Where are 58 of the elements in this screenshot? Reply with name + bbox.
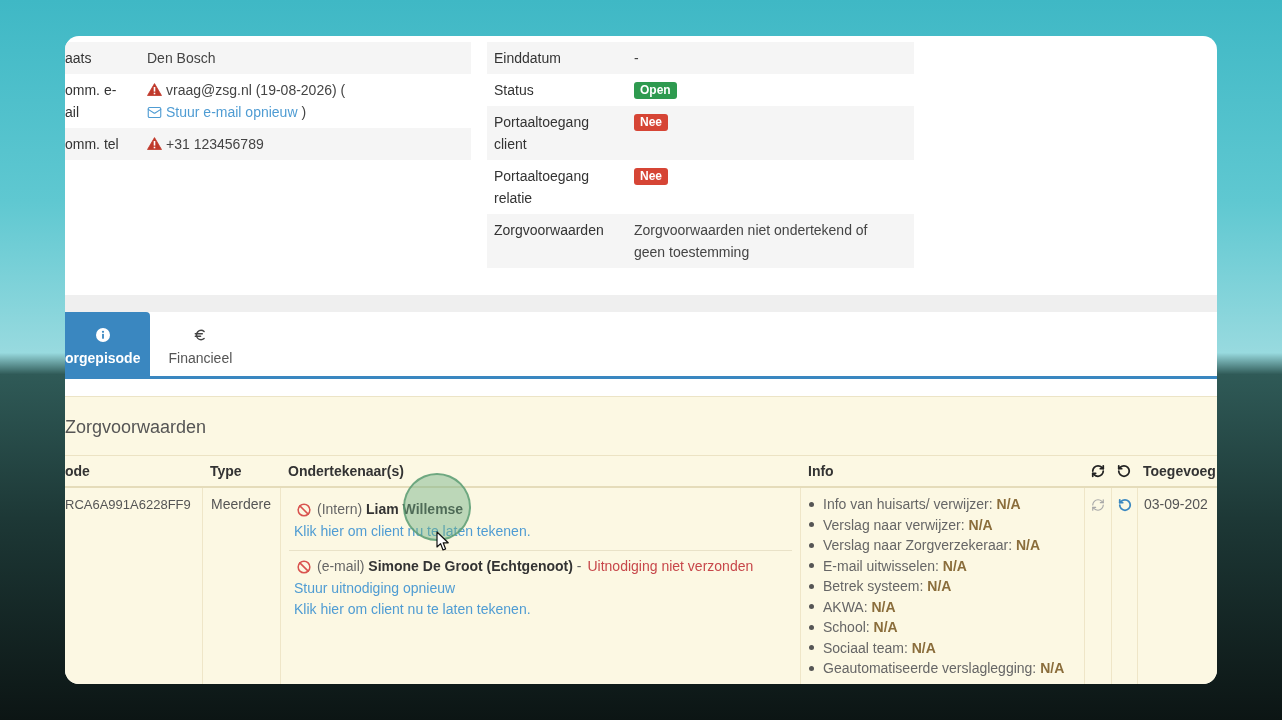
signer-name: (Intern) Liam Willemse [317, 500, 464, 519]
column-header: Ondertekenaar(s) [280, 455, 800, 488]
signer-name: (e-mail) Simone De Groot (Echtgenoot) - [317, 557, 582, 576]
detail-value: Den Bosch [147, 50, 216, 66]
refresh-icon[interactable] [1091, 497, 1105, 512]
info-item: Geautomatiseerde verslaglegging: N/A [823, 659, 1065, 678]
info-item: Betrek systeem: N/A [823, 577, 952, 596]
detail-label: Status [493, 81, 535, 100]
detail-label: omm. tel [65, 135, 120, 154]
info-item: Verslag naar verwijzer: N/A [823, 515, 993, 535]
column-header: Type [202, 455, 280, 488]
history-icon[interactable] [1117, 497, 1132, 512]
bullet-icon [809, 542, 814, 548]
bullet-icon [809, 522, 814, 528]
table-cell-text: 03-09-202 [1144, 495, 1208, 514]
envelope-icon [147, 105, 162, 120]
bullet-icon [809, 645, 814, 651]
detail-label: Portaaltoegang relatie [493, 167, 590, 208]
column-header: Toegevoeg [1137, 455, 1217, 488]
email-value: vraag@zsg.nl (19-08-2026) ( Stuur e-mail opnieuw ) [147, 82, 346, 120]
info-icon [95, 328, 110, 342]
detail-label: Portaaltoegang client [493, 113, 590, 154]
resend-email-link[interactable]: Stuur e-mail opnieuw [147, 104, 298, 120]
info-item: Verslag naar Zorgverzekeraar: N/A [823, 536, 1041, 555]
status-badge: Nee [634, 168, 668, 185]
tab[interactable]: orgepisode [65, 312, 151, 376]
info-item: AKWA: N/A [823, 597, 896, 617]
detail-value: +31 123456789 [166, 136, 264, 152]
refresh-icon [1090, 464, 1105, 478]
info-item: School: N/A [823, 618, 898, 637]
tab[interactable]: Financieel [150, 312, 251, 376]
column-header: Info [800, 455, 1084, 488]
detail-value: - [634, 50, 639, 66]
bullet-icon [809, 501, 814, 507]
detail-label: omm. e- ail [65, 81, 118, 122]
info-item: E-mail uitwisselen: N/A [823, 556, 967, 576]
detail-label: aats [65, 49, 93, 68]
bullet-icon [809, 624, 814, 630]
table-cell-text: Meerdere [211, 495, 271, 514]
euro-icon [193, 328, 208, 342]
detail-label: Zorgvoorwaarden [493, 221, 605, 240]
table-cell-text: RCA6A991A6228FF9 [65, 496, 191, 514]
status-badge: Nee [634, 114, 668, 131]
column-header: ode [65, 455, 202, 488]
bullet-icon [809, 604, 814, 610]
info-item: Info van huisarts/ verwijzer: N/A [823, 495, 1021, 514]
detail-label: Einddatum [493, 49, 562, 68]
section-title: Zorgvoorwaarden [65, 416, 207, 439]
bullet-icon [809, 563, 814, 569]
signer-action-link[interactable]: Stuur uitnodiging opnieuw [294, 577, 456, 599]
history-icon [1117, 464, 1131, 478]
info-item: Sociaal team: N/A [823, 638, 936, 658]
bullet-icon [809, 665, 814, 671]
invitation-status: Uitnodiging niet verzonden [587, 557, 754, 576]
detail-value: Zorgvoorwaarden niet ondertekend of geen toestemming [634, 222, 868, 260]
bullet-icon [809, 583, 814, 589]
status-badge: Open [634, 82, 677, 99]
signer-action-link[interactable]: Klik hier om client nu te laten tekenen. [294, 599, 531, 621]
